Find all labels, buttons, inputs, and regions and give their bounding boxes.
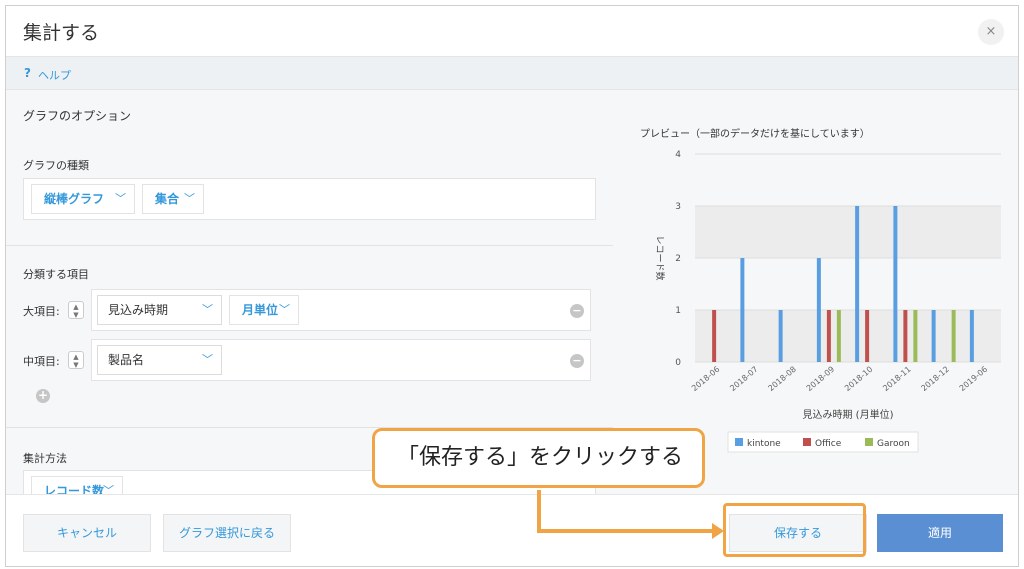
- callout-arrow-line: [537, 490, 712, 533]
- callout-box: 「保存する」をクリックする: [372, 428, 705, 488]
- save-button-highlight: [723, 503, 866, 557]
